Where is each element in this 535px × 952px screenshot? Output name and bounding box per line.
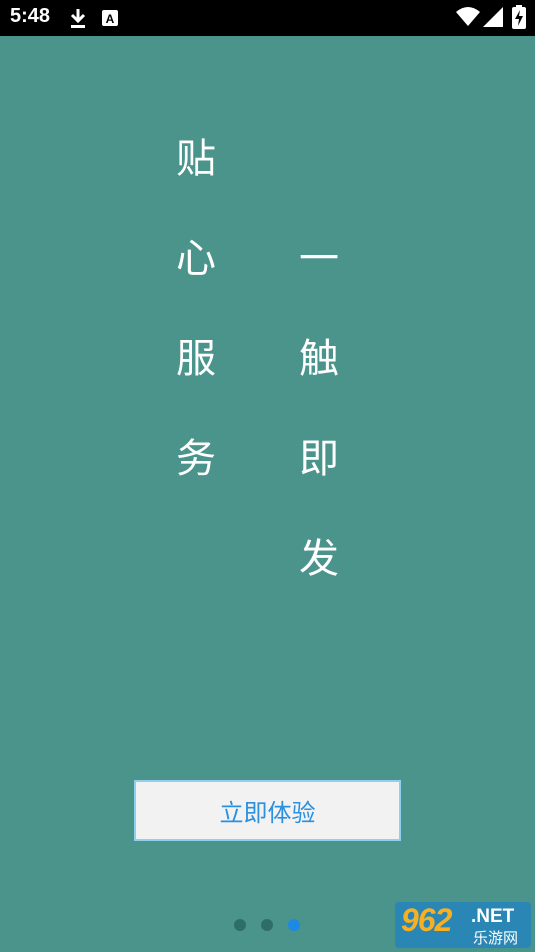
headline-char: 贴 — [176, 136, 216, 182]
svg-text:A: A — [106, 12, 115, 26]
headline-char: 触 — [299, 336, 339, 382]
experience-now-button[interactable]: 立即体验 — [134, 780, 401, 841]
watermark-number: 962 — [401, 902, 452, 938]
headline-char: 心 — [176, 236, 216, 282]
battery-charging-icon — [512, 5, 526, 33]
page-dot-active[interactable] — [288, 919, 300, 931]
page-dot[interactable] — [261, 919, 273, 931]
watermark-subtitle: 乐游网 — [473, 929, 519, 947]
text-a-icon: A — [102, 10, 118, 30]
headline-char: 一 — [299, 236, 339, 282]
site-watermark-logo: 962 .NET 乐游网 — [395, 902, 531, 948]
signal-icon — [483, 7, 503, 31]
watermark-suffix: .NET — [471, 906, 515, 927]
headline-char: 即 — [299, 436, 339, 482]
page-dot[interactable] — [234, 919, 246, 931]
wifi-icon — [456, 7, 480, 31]
headline-char: 服 — [176, 336, 216, 382]
status-time: 5:48 — [10, 5, 51, 27]
status-bar: 5:48 A — [0, 0, 535, 36]
headline-char: 务 — [176, 436, 216, 482]
download-icon — [68, 7, 88, 33]
headline-char: 发 — [299, 536, 339, 582]
